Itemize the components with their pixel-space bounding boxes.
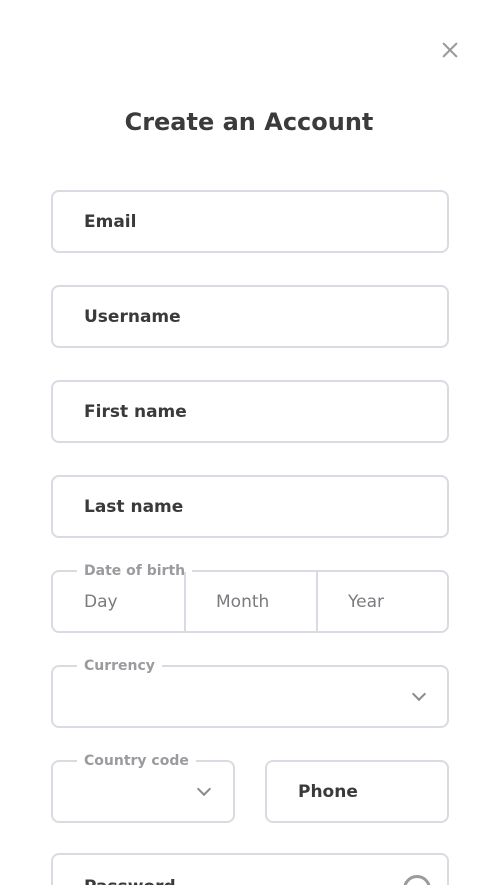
last-name-placeholder: Last name (84, 496, 184, 517)
email-field[interactable]: Email (51, 190, 449, 253)
chevron-down-icon (411, 686, 427, 702)
page-title: Create an Account (124, 108, 374, 136)
phone-field[interactable]: Phone (265, 760, 449, 823)
username-field[interactable]: Username (51, 285, 449, 348)
dob-month-placeholder: Month (216, 591, 270, 612)
email-placeholder: Email (84, 211, 137, 232)
dob-divider (184, 572, 186, 631)
chevron-down-icon (196, 781, 212, 797)
currency-select[interactable]: Currency (51, 657, 449, 728)
country-code-legend: Country code (77, 752, 196, 770)
eye-icon[interactable] (403, 875, 431, 885)
close-icon[interactable] (438, 38, 462, 62)
last-name-field[interactable]: Last name (51, 475, 449, 538)
date-of-birth-group: Date of birth Day Month Year (51, 562, 449, 633)
password-placeholder: Password (84, 877, 176, 885)
first-name-placeholder: First name (84, 401, 187, 422)
dob-divider (316, 572, 318, 631)
dob-day-field[interactable]: Day (84, 572, 184, 631)
dob-year-field[interactable]: Year (348, 572, 438, 631)
currency-legend: Currency (77, 657, 162, 675)
dob-year-placeholder: Year (348, 591, 384, 612)
dob-day-placeholder: Day (84, 591, 118, 612)
password-field[interactable]: Password (51, 853, 449, 885)
dob-month-field[interactable]: Month (216, 572, 316, 631)
phone-placeholder: Phone (298, 781, 358, 802)
first-name-field[interactable]: First name (51, 380, 449, 443)
username-placeholder: Username (84, 306, 181, 327)
country-code-select[interactable]: Country code (51, 752, 235, 823)
